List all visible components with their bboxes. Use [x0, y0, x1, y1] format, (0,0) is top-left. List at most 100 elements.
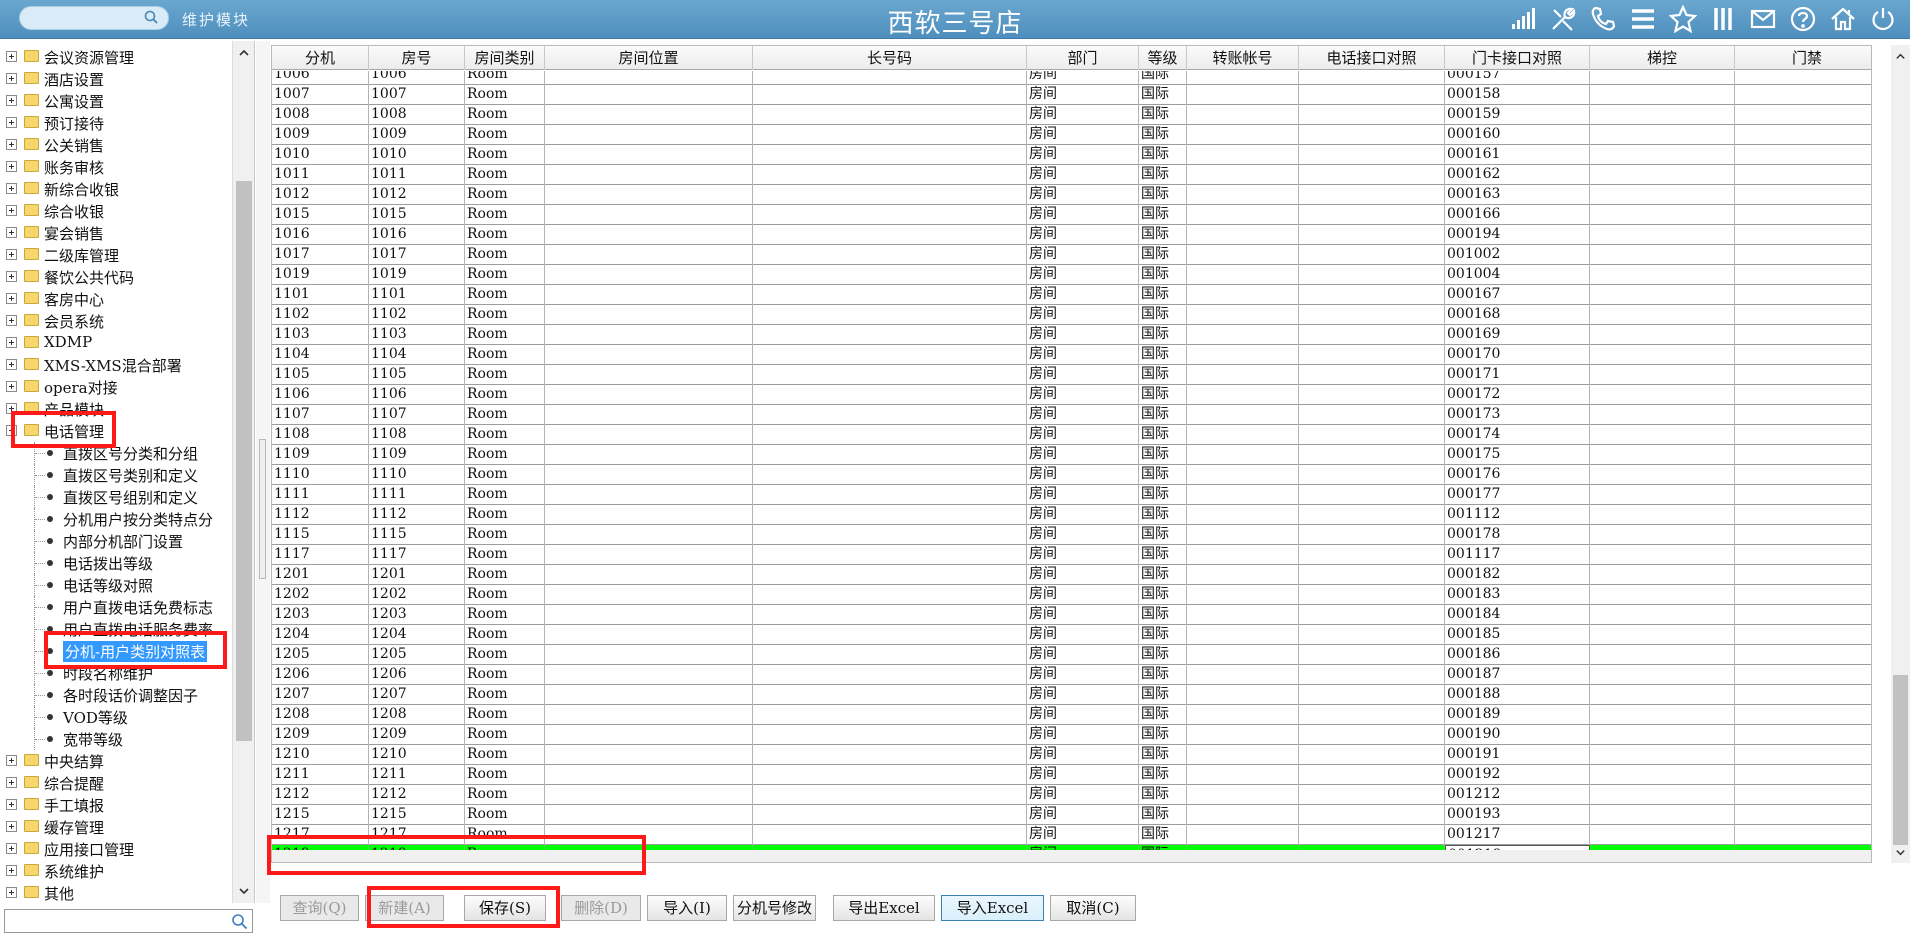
- table-cell[interactable]: [1590, 71, 1735, 85]
- column-header[interactable]: 梯控: [1590, 46, 1735, 70]
- table-cell[interactable]: [753, 385, 1027, 405]
- table-row[interactable]: 1205 1205 Room 房间 国际 000186: [272, 645, 1871, 665]
- table-cell[interactable]: [1735, 71, 1871, 85]
- table-cell[interactable]: 国际: [1139, 645, 1187, 665]
- table-cell[interactable]: 001004: [1445, 265, 1590, 285]
- column-header[interactable]: 电话接口对照: [1299, 46, 1445, 70]
- power-icon[interactable]: [1867, 4, 1898, 34]
- expand-icon[interactable]: [6, 799, 17, 810]
- table-cell[interactable]: [1187, 205, 1299, 225]
- expand-icon[interactable]: [6, 821, 17, 832]
- table-cell[interactable]: 1108: [369, 425, 465, 445]
- table-cell[interactable]: 000185: [1445, 625, 1590, 645]
- table-cell[interactable]: 000161: [1445, 145, 1590, 165]
- table-cell[interactable]: [1735, 745, 1871, 765]
- table-cell[interactable]: [1590, 785, 1735, 805]
- table-cell[interactable]: [753, 205, 1027, 225]
- table-cell[interactable]: 1107: [369, 405, 465, 425]
- table-cell[interactable]: 1019: [369, 265, 465, 285]
- table-cell[interactable]: Room: [465, 785, 545, 805]
- table-cell[interactable]: [1735, 705, 1871, 725]
- table-cell[interactable]: 1103: [369, 325, 465, 345]
- table-cell[interactable]: [1299, 71, 1445, 85]
- table-cell[interactable]: 国际: [1139, 145, 1187, 165]
- table-cell[interactable]: [1590, 185, 1735, 205]
- table-cell[interactable]: 1209: [272, 725, 369, 745]
- table-cell[interactable]: 国际: [1139, 85, 1187, 105]
- table-cell[interactable]: 1016: [369, 225, 465, 245]
- tree-scrollbar[interactable]: [232, 41, 254, 903]
- table-cell[interactable]: [1735, 805, 1871, 825]
- expand-icon[interactable]: [6, 117, 17, 128]
- table-row[interactable]: 1204 1204 Room 房间 国际 000185: [272, 625, 1871, 645]
- table-cell[interactable]: 房间: [1027, 365, 1139, 385]
- tree-subitem[interactable]: 直拨区号分类和分组: [0, 442, 232, 464]
- table-cell[interactable]: 1111: [369, 485, 465, 505]
- table-cell[interactable]: 国际: [1139, 165, 1187, 185]
- table-cell[interactable]: [753, 245, 1027, 265]
- table-cell[interactable]: [1735, 85, 1871, 105]
- table-cell[interactable]: [1590, 365, 1735, 385]
- table-cell[interactable]: Room: [465, 105, 545, 125]
- expand-icon[interactable]: [6, 315, 17, 326]
- table-cell[interactable]: 1201: [369, 565, 465, 585]
- table-cell[interactable]: 1019: [272, 265, 369, 285]
- table-cell[interactable]: Room: [465, 345, 545, 365]
- table-cell[interactable]: 1007: [272, 85, 369, 105]
- table-cell[interactable]: 000177: [1445, 485, 1590, 505]
- help-icon[interactable]: [1787, 4, 1818, 34]
- tree-item[interactable]: 酒店设置: [0, 68, 232, 90]
- table-cell[interactable]: 国际: [1139, 365, 1187, 385]
- table-cell[interactable]: 1115: [272, 525, 369, 545]
- table-cell[interactable]: [1187, 445, 1299, 465]
- table-cell[interactable]: [545, 545, 753, 565]
- table-row[interactable]: 1101 1101 Room 房间 国际 000167: [272, 285, 1871, 305]
- table-row[interactable]: 1104 1104 Room 房间 国际 000170: [272, 345, 1871, 365]
- table-cell[interactable]: [1735, 325, 1871, 345]
- table-row[interactable]: 1019 1019 Room 房间 国际 001004: [272, 265, 1871, 285]
- tree-item[interactable]: 账务审核: [0, 156, 232, 178]
- table-cell[interactable]: 000172: [1445, 385, 1590, 405]
- table-cell[interactable]: 000174: [1445, 425, 1590, 445]
- table-cell[interactable]: [545, 605, 753, 625]
- table-cell[interactable]: 1208: [369, 705, 465, 725]
- table-cell[interactable]: 国际: [1139, 805, 1187, 825]
- table-cell[interactable]: 房间: [1027, 825, 1139, 845]
- table-cell[interactable]: 000159: [1445, 105, 1590, 125]
- table-cell[interactable]: 国际: [1139, 605, 1187, 625]
- table-cell[interactable]: 1205: [369, 645, 465, 665]
- table-cell[interactable]: 房间: [1027, 745, 1139, 765]
- tree-subitem[interactable]: 时段名称维护: [0, 662, 232, 684]
- table-cell[interactable]: [1187, 505, 1299, 525]
- table-cell[interactable]: Room: [465, 305, 545, 325]
- table-cell[interactable]: [753, 765, 1027, 785]
- table-cell[interactable]: [1590, 105, 1735, 125]
- table-cell[interactable]: 1212: [272, 785, 369, 805]
- table-cell[interactable]: 1104: [272, 345, 369, 365]
- table-cell[interactable]: 1210: [272, 745, 369, 765]
- table-cell[interactable]: 1103: [272, 325, 369, 345]
- table-cell[interactable]: 1106: [272, 385, 369, 405]
- table-cell[interactable]: Room: [465, 485, 545, 505]
- tree-subitem[interactable]: 电话拨出等级: [0, 552, 232, 574]
- menu-icon[interactable]: [1627, 4, 1658, 34]
- table-cell[interactable]: [1735, 365, 1871, 385]
- table-cell[interactable]: Room: [465, 85, 545, 105]
- table-cell[interactable]: [1187, 465, 1299, 485]
- table-cell[interactable]: Room: [465, 745, 545, 765]
- table-cell[interactable]: 001217: [1445, 825, 1590, 845]
- table-cell[interactable]: [1187, 285, 1299, 305]
- table-cell[interactable]: [545, 685, 753, 705]
- table-cell[interactable]: 国际: [1139, 585, 1187, 605]
- table-row[interactable]: 1207 1207 Room 房间 国际 000188: [272, 685, 1871, 705]
- table-cell[interactable]: 1202: [272, 585, 369, 605]
- tree-item[interactable]: 宴会销售: [0, 222, 232, 244]
- table-cell[interactable]: Room: [465, 145, 545, 165]
- tree-subitem[interactable]: 各时段话价调整因子: [0, 684, 232, 706]
- table-cell[interactable]: 1007: [369, 85, 465, 105]
- table-row[interactable]: 1210 1210 Room 房间 国际 000191: [272, 745, 1871, 765]
- table-cell[interactable]: [1590, 825, 1735, 845]
- table-cell[interactable]: 1204: [369, 625, 465, 645]
- table-cell[interactable]: [1187, 605, 1299, 625]
- table-cell[interactable]: 1207: [369, 685, 465, 705]
